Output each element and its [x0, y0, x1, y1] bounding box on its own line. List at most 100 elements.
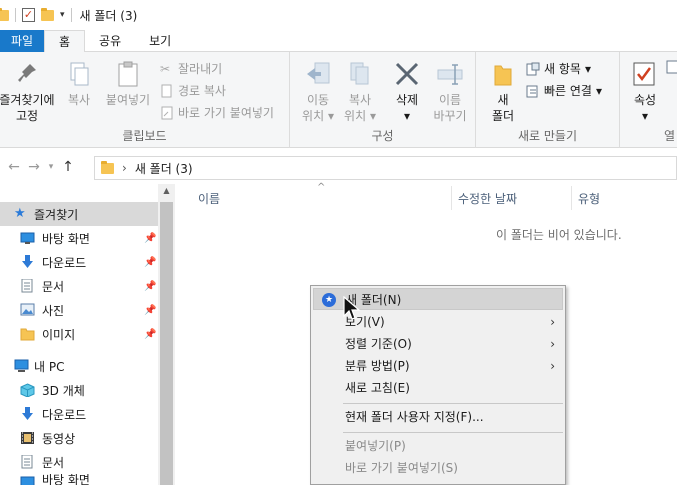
copy-to-button[interactable]: 복사 위치 ▾ [340, 60, 380, 124]
column-name[interactable]: 이름 [198, 190, 220, 207]
menu-item-paste-shortcut[interactable]: 바로 가기 붙여넣기(S) [313, 457, 563, 479]
nav-item-downloads[interactable]: 다운로드 📌 [0, 250, 158, 274]
move-label: 이동 [306, 93, 330, 107]
move-to-icon [303, 60, 333, 88]
rename-icon [435, 60, 465, 88]
pin-icon[interactable]: 📌 [144, 329, 156, 340]
pin-to-quick-access-button[interactable]: 즐겨찾기에 고정 [0, 60, 60, 124]
copy-button[interactable]: 복사 [62, 60, 96, 108]
column-divider[interactable] [571, 186, 572, 210]
delete-dropdown-icon[interactable]: ▾ [390, 108, 424, 124]
nav-item-videos[interactable]: 동영상 [0, 426, 158, 450]
breadcrumb-separator[interactable]: › [122, 161, 127, 175]
tab-view[interactable]: 보기 [135, 30, 185, 52]
nav-item-3d-objects[interactable]: 3D 개체 [0, 378, 158, 402]
menu-label: 새로 고침(E) [345, 381, 410, 395]
pin-icon[interactable]: 📌 [144, 233, 156, 244]
menu-item-paste[interactable]: 붙여넣기(P) [313, 435, 563, 457]
tab-home[interactable]: 홈 [44, 30, 86, 53]
nav-item-pc-documents[interactable]: 문서 [0, 450, 158, 474]
pin-icon[interactable]: 📌 [144, 281, 156, 292]
copy-icon [64, 60, 94, 88]
move-label-2: 위치 ▾ [302, 109, 334, 123]
up-icon[interactable]: ↑ [58, 159, 78, 175]
copy-path-icon [160, 84, 174, 98]
column-type[interactable]: 유형 [578, 190, 600, 207]
divider [70, 8, 72, 22]
nav-item-pc-desktop[interactable]: 바탕 화면 [0, 474, 158, 485]
scroll-up-icon[interactable]: ▲ [158, 186, 175, 195]
new-folder-icon[interactable] [41, 7, 54, 21]
easy-access-icon [526, 84, 540, 98]
new-item-button[interactable]: 새 항목 ▾ [526, 60, 591, 77]
move-to-button[interactable]: 이동 위치 ▾ [298, 60, 338, 124]
nav-label: 내 PC [34, 359, 65, 374]
paste-button[interactable]: 붙여넣기 [102, 60, 154, 108]
nav-item-pc-downloads[interactable]: 다운로드 [0, 402, 158, 426]
delete-button[interactable]: 삭제 ▾ [390, 60, 424, 124]
nav-label: 즐겨찾기 [34, 207, 79, 222]
pin-icon [12, 60, 42, 88]
properties-dropdown-icon[interactable]: ▾ [628, 108, 662, 124]
menu-item-refresh[interactable]: 새로 고침(E) [313, 377, 563, 399]
desktop-icon [20, 231, 35, 245]
window-title: 새 폴더 (3) [79, 8, 138, 23]
copy-label: 복사 [67, 93, 91, 107]
pin-label: 즐겨찾기에 [0, 93, 55, 107]
properties-check-icon[interactable]: ✓ [22, 8, 35, 22]
column-divider[interactable] [451, 186, 452, 210]
new-group-label: 새로 만들기 [517, 129, 577, 143]
copy-to-icon [345, 60, 375, 88]
scroll-thumb[interactable] [160, 202, 173, 485]
tab-share[interactable]: 공유 [85, 30, 135, 52]
empty-folder-message: 이 폴더는 비어 있습니다. [496, 228, 622, 242]
new-folder-label-2: 폴더 [491, 109, 515, 123]
properties-button[interactable]: 속성 ▾ [628, 60, 662, 124]
new-folder-button[interactable]: 새 폴더 [486, 60, 520, 124]
nav-item-documents[interactable]: 문서 📌 [0, 274, 158, 298]
menu-label: 바로 가기 붙여넣기(S) [345, 461, 458, 475]
videos-icon [20, 431, 35, 445]
column-modified[interactable]: 수정한 날짜 [458, 190, 517, 207]
customize-toolbar-icon[interactable]: ▾ [60, 10, 65, 20]
download-icon [20, 255, 35, 269]
nav-item-desktop[interactable]: 바탕 화면 📌 [0, 226, 158, 250]
open-button-partial[interactable] [666, 60, 677, 74]
rename-label: 이름 [438, 93, 462, 107]
nav-item-pictures[interactable]: 사진 📌 [0, 298, 158, 322]
menu-item-customize-folder[interactable]: 현재 폴더 사용자 지정(F)... [313, 406, 563, 428]
open-icon [666, 60, 677, 74]
recent-locations-chevron-icon[interactable]: ▾ [44, 162, 58, 172]
open-group-label: 열 [663, 129, 675, 143]
nav-label: 바탕 화면 [42, 474, 90, 485]
nav-label: 다운로드 [42, 255, 87, 270]
ribbon: 즐겨찾기에 고정 복사 붙여넣기 ✂ 잘라내기 경로 복사 바로 가기 붙여넣기 [0, 52, 677, 148]
folder-icon [20, 327, 35, 341]
easy-access-button[interactable]: 빠른 연결 ▾ [526, 82, 602, 99]
pin-icon[interactable]: 📌 [144, 305, 156, 316]
address-input[interactable]: › 새 폴더 (3) [94, 156, 677, 180]
desktop-icon [20, 475, 35, 485]
nav-item-images[interactable]: 이미지 📌 [0, 322, 158, 346]
pin-icon[interactable]: 📌 [144, 257, 156, 268]
menu-item-group-by[interactable]: 분류 방법(P) › [313, 355, 563, 377]
copy-path-button[interactable]: 경로 복사 [160, 82, 226, 99]
nav-scrollbar[interactable]: ▲ [158, 184, 175, 485]
cut-button[interactable]: ✂ 잘라내기 [160, 60, 222, 77]
pin-label-2: 고정 [15, 109, 39, 123]
nav-this-pc[interactable]: 내 PC [0, 354, 158, 378]
rename-button[interactable]: 이름 바꾸기 [430, 60, 470, 124]
document-icon [20, 454, 35, 469]
scissors-icon: ✂ [160, 61, 171, 76]
forward-icon[interactable]: → [24, 159, 44, 175]
back-icon[interactable]: ← [4, 159, 24, 175]
menu-item-sort-by[interactable]: 정렬 기준(O) › [313, 333, 563, 355]
tab-file[interactable]: 파일 [0, 30, 44, 52]
nav-quick-access[interactable]: ★ 즐겨찾기 [0, 202, 158, 226]
clipboard-group: 즐겨찾기에 고정 복사 붙여넣기 ✂ 잘라내기 경로 복사 바로 가기 붙여넣기 [0, 52, 290, 148]
paste-label: 붙여넣기 [105, 93, 151, 107]
breadcrumb[interactable]: 새 폴더 (3) [135, 160, 193, 177]
quick-access-toolbar: ✓ ▾ [0, 7, 72, 22]
paste-shortcut-button[interactable]: 바로 가기 붙여넣기 [160, 104, 274, 121]
cut-label: 잘라내기 [178, 62, 223, 76]
